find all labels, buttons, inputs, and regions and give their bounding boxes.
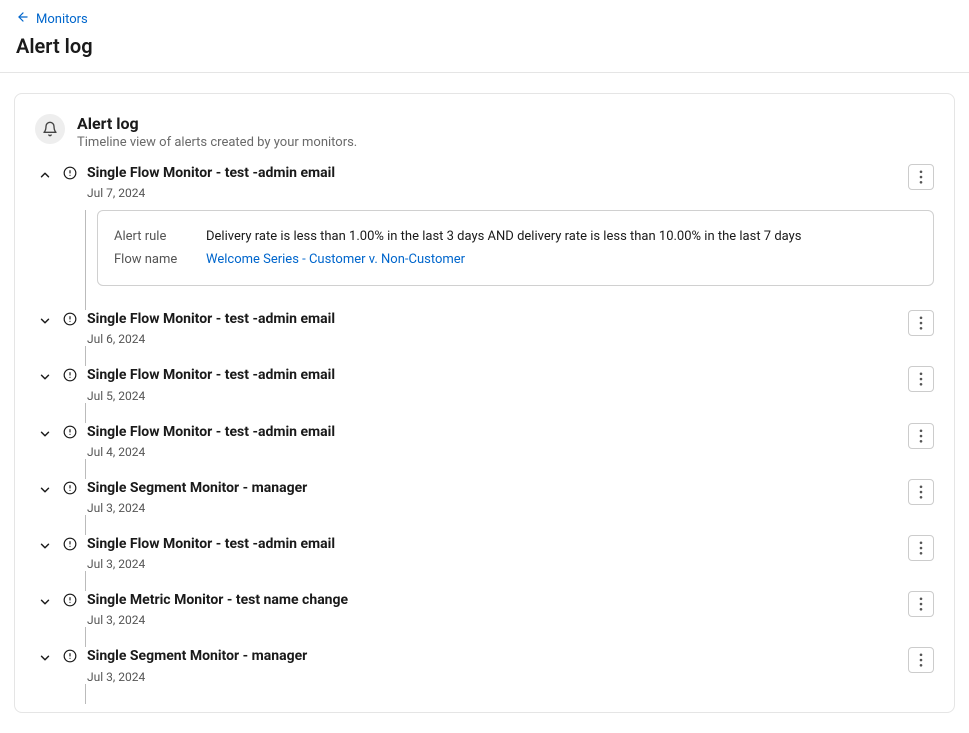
- breadcrumb-label: Monitors: [36, 12, 88, 27]
- more-options-button[interactable]: [908, 423, 934, 449]
- alert-details: Alert rule Delivery rate is less than 1.0…: [97, 210, 934, 286]
- alert-row: Single Flow Monitor - test -admin email J…: [35, 366, 934, 402]
- timeline-line: [85, 627, 86, 647]
- alert-date: Jul 7, 2024: [87, 186, 898, 200]
- bell-icon: [35, 114, 65, 144]
- alert-title: Single Segment Monitor - manager: [87, 479, 898, 497]
- timeline-line: [85, 459, 86, 479]
- alert-row: Single Flow Monitor - test -admin email J…: [35, 310, 934, 346]
- alert-title: Single Flow Monitor - test -admin email: [87, 535, 898, 553]
- alert-circle-icon: [63, 593, 77, 611]
- timeline-line: [85, 403, 86, 423]
- alert-row: Single Metric Monitor - test name change…: [35, 591, 934, 627]
- more-options-button[interactable]: [908, 647, 934, 673]
- alert-circle-icon: [63, 425, 77, 443]
- alert-title: Single Flow Monitor - test -admin email: [87, 310, 898, 328]
- alert-date: Jul 3, 2024: [87, 613, 898, 627]
- alert-date: Jul 5, 2024: [87, 389, 898, 403]
- detail-label-flow: Flow name: [114, 252, 186, 267]
- timeline-line: [85, 684, 86, 704]
- alert-circle-icon: [63, 537, 77, 555]
- alert-date: Jul 3, 2024: [87, 670, 898, 684]
- alert-title: Single Flow Monitor - test -admin email: [87, 423, 898, 441]
- chevron-up-icon[interactable]: [35, 165, 55, 185]
- timeline-line: [85, 515, 86, 535]
- breadcrumb-back[interactable]: Monitors: [16, 10, 953, 28]
- chevron-down-icon[interactable]: [35, 424, 55, 444]
- more-options-button[interactable]: [908, 479, 934, 505]
- alert-date: Jul 6, 2024: [87, 332, 898, 346]
- timeline-line: [85, 210, 86, 310]
- timeline-line: [85, 571, 86, 591]
- card-title: Alert log: [77, 114, 357, 133]
- alert-circle-icon: [63, 481, 77, 499]
- more-options-button[interactable]: [908, 535, 934, 561]
- detail-value-rule: Delivery rate is less than 1.00% in the …: [206, 229, 802, 244]
- chevron-down-icon[interactable]: [35, 648, 55, 668]
- alert-circle-icon: [63, 312, 77, 330]
- page-title: Alert log: [16, 34, 953, 58]
- chevron-down-icon[interactable]: [35, 592, 55, 612]
- alert-row: Single Segment Monitor - manager Jul 3, 2…: [35, 479, 934, 515]
- arrow-left-icon: [16, 10, 30, 28]
- chevron-down-icon[interactable]: [35, 311, 55, 331]
- chevron-down-icon[interactable]: [35, 536, 55, 556]
- alert-date: Jul 4, 2024: [87, 445, 898, 459]
- detail-label-rule: Alert rule: [114, 229, 186, 244]
- alert-circle-icon: [63, 649, 77, 667]
- alert-title: Single Metric Monitor - test name change: [87, 591, 898, 609]
- more-options-button[interactable]: [908, 591, 934, 617]
- alert-row: Single Segment Monitor - manager Jul 3, 2…: [35, 647, 934, 683]
- alert-circle-icon: [63, 166, 77, 184]
- more-options-button[interactable]: [908, 366, 934, 392]
- more-options-button[interactable]: [908, 164, 934, 190]
- timeline-line: [85, 346, 86, 366]
- alert-title: Single Flow Monitor - test -admin email: [87, 164, 898, 182]
- alert-log-card: Alert log Timeline view of alerts create…: [14, 93, 955, 713]
- more-options-button[interactable]: [908, 310, 934, 336]
- chevron-down-icon[interactable]: [35, 367, 55, 387]
- alert-title: Single Flow Monitor - test -admin email: [87, 366, 898, 384]
- alert-circle-icon: [63, 368, 77, 386]
- flow-link[interactable]: Welcome Series - Customer v. Non-Custome…: [206, 252, 465, 267]
- card-subtitle: Timeline view of alerts created by your …: [77, 135, 357, 150]
- alert-row: Single Flow Monitor - test -admin email J…: [35, 423, 934, 459]
- chevron-down-icon[interactable]: [35, 480, 55, 500]
- alert-date: Jul 3, 2024: [87, 557, 898, 571]
- alert-date: Jul 3, 2024: [87, 501, 898, 515]
- alert-row: Single Flow Monitor - test -admin email J…: [35, 535, 934, 571]
- alert-title: Single Segment Monitor - manager: [87, 647, 898, 665]
- alert-row: Single Flow Monitor - test -admin email J…: [35, 164, 934, 200]
